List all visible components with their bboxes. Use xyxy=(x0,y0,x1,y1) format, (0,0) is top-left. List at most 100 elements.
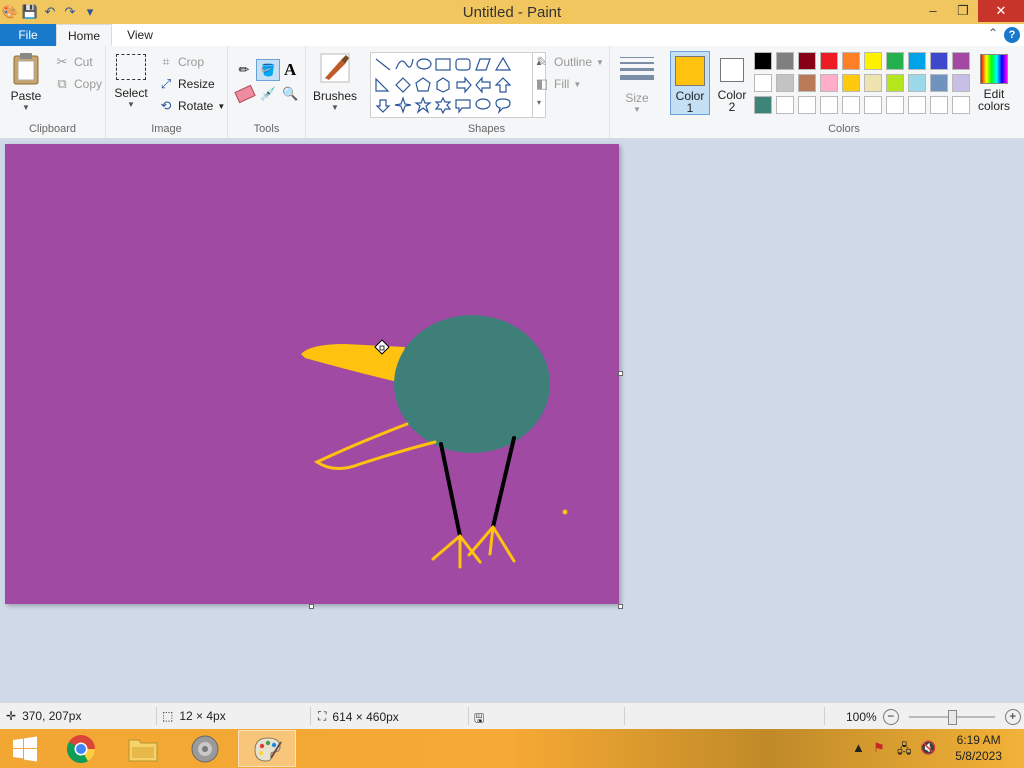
paste-button[interactable]: Paste ▼ xyxy=(6,52,46,112)
system-clock[interactable]: 6:19 AM 5/8/2023 xyxy=(955,732,1002,764)
zoom-out-button[interactable]: − xyxy=(882,709,899,725)
palette-swatch[interactable] xyxy=(952,74,970,92)
outline-label: Outline xyxy=(554,55,593,69)
zoom-slider-thumb[interactable] xyxy=(947,710,957,725)
title-bar: 🎨 💾 ↶ ↷ ▾ Untitled - Paint – ❐ ✕ xyxy=(0,0,1024,24)
tab-view[interactable]: View xyxy=(114,24,166,46)
file-explorer-taskbar-button[interactable] xyxy=(114,730,172,767)
network-icon[interactable]: 🖧 xyxy=(897,740,912,762)
zoom-in-button[interactable]: + xyxy=(1004,709,1021,725)
shapes-group: ▲ ▼ ▾ ✎ Outline ▼ ◧ Fill ▼ Shapes xyxy=(364,46,610,138)
select-dropdown-icon[interactable]: ▼ xyxy=(114,100,148,109)
chrome-taskbar-button[interactable] xyxy=(52,730,110,767)
palette-swatch[interactable] xyxy=(908,74,926,92)
palette-swatch[interactable] xyxy=(776,74,794,92)
colors-group-label: Colors xyxy=(828,123,860,135)
copy-label: Copy xyxy=(74,77,103,91)
resize-handle-right[interactable] xyxy=(618,371,623,376)
palette-swatch[interactable] xyxy=(842,96,860,114)
show-hidden-icons[interactable]: ▲ xyxy=(852,740,865,755)
media-player-taskbar-button[interactable] xyxy=(176,730,234,767)
eraser-icon[interactable] xyxy=(234,84,256,104)
magnifier-icon[interactable]: 🔍 xyxy=(282,86,298,102)
palette-swatch[interactable] xyxy=(864,74,882,92)
collapse-ribbon-icon[interactable]: ⌃ xyxy=(988,26,998,40)
shapes-gallery[interactable] xyxy=(370,52,534,118)
selection-size: ⬚ 12 × 4px xyxy=(162,709,226,723)
resize-handle-bottom[interactable] xyxy=(309,604,314,609)
palette-swatch[interactable] xyxy=(908,96,926,114)
palette-swatch[interactable] xyxy=(820,96,838,114)
palette-swatch[interactable] xyxy=(952,52,970,70)
shapes-gallery-icons xyxy=(375,56,512,115)
palette-swatch[interactable] xyxy=(908,52,926,70)
volume-muted-icon[interactable]: 🔇 xyxy=(920,740,936,756)
palette-swatch[interactable] xyxy=(930,96,948,114)
crop-button[interactable]: ⌗ Crop xyxy=(158,54,204,70)
rotate-button[interactable]: ⟲ Rotate ▼ xyxy=(158,98,226,114)
zoom-slider[interactable] xyxy=(908,710,995,725)
palette-swatch[interactable] xyxy=(930,74,948,92)
edit-colors-button[interactable]: Edit colors xyxy=(974,54,1014,112)
drawing-canvas[interactable] xyxy=(5,144,619,604)
palette-swatch[interactable] xyxy=(952,96,970,114)
ribbon: Paste ▼ ✂ Cut ⧉ Copy Clipboard Select ▼ ⌗ C… xyxy=(0,46,1024,139)
windows-logo-icon xyxy=(13,736,37,761)
palette-swatch[interactable] xyxy=(886,96,904,114)
fill-label: Fill xyxy=(554,77,570,91)
zoom-level: 100% xyxy=(846,710,877,724)
paint-taskbar-button[interactable] xyxy=(238,730,296,767)
paste-dropdown-icon[interactable]: ▼ xyxy=(6,103,46,112)
text-tool-icon[interactable]: A xyxy=(284,60,296,80)
palette-swatch[interactable] xyxy=(820,74,838,92)
palette-swatch[interactable] xyxy=(886,52,904,70)
ribbon-tabs: File Home View ⌃ ? xyxy=(0,24,1024,47)
size-button[interactable]: Size ▼ xyxy=(618,54,656,114)
palette-swatch[interactable] xyxy=(820,52,838,70)
copy-button[interactable]: ⧉ Copy xyxy=(54,76,102,92)
palette-swatch[interactable] xyxy=(754,52,772,70)
image-group: Select ▼ ⌗ Crop ⤢ Resize ⟲ Rotate ▼ Image xyxy=(106,46,228,138)
palette-swatch[interactable] xyxy=(864,96,882,114)
help-icon[interactable]: ? xyxy=(1004,27,1020,43)
palette-swatch[interactable] xyxy=(776,52,794,70)
palette-swatch[interactable] xyxy=(864,52,882,70)
resize-button[interactable]: ⤢ Resize xyxy=(158,76,215,92)
palette-swatch[interactable] xyxy=(754,96,772,114)
action-center-icon[interactable]: ⚑ xyxy=(873,740,885,756)
close-button[interactable]: ✕ xyxy=(978,0,1024,22)
pencil-icon[interactable]: ✏ xyxy=(236,62,252,78)
palette-swatch[interactable] xyxy=(754,74,772,92)
tab-file[interactable]: File xyxy=(0,24,56,46)
resize-handle-corner[interactable] xyxy=(618,604,623,609)
palette-swatch[interactable] xyxy=(930,52,948,70)
palette-swatch[interactable] xyxy=(798,52,816,70)
palette-swatch[interactable] xyxy=(798,74,816,92)
outline-button[interactable]: ✎ Outline ▼ xyxy=(534,54,604,70)
restore-button[interactable]: ❐ xyxy=(948,0,978,22)
status-bar: ✛ 370, 207px ⬚ 12 × 4px ⛶ 614 × 460px 🖫 100… xyxy=(0,702,1024,730)
minimize-button[interactable]: – xyxy=(918,0,948,22)
palette-swatch[interactable] xyxy=(886,74,904,92)
palette-swatch[interactable] xyxy=(842,52,860,70)
brushes-button[interactable]: Brushes ▼ xyxy=(312,52,358,112)
tools-group: ✏ 🪣 A 💉 🔍 Tools xyxy=(228,46,306,138)
tab-home[interactable]: Home xyxy=(56,24,112,46)
fill-button[interactable]: ◧ Fill ▼ xyxy=(534,76,581,92)
palette-swatch[interactable] xyxy=(776,96,794,114)
brush-icon xyxy=(320,53,350,83)
color-picker-icon[interactable]: 💉 xyxy=(260,86,276,102)
cut-button[interactable]: ✂ Cut xyxy=(54,54,93,70)
clipboard-icon xyxy=(13,53,39,85)
color2-button[interactable]: Color 2 xyxy=(712,51,752,115)
palette-swatch[interactable] xyxy=(842,74,860,92)
color1-button[interactable]: Color 1 xyxy=(670,51,710,115)
resize-icon: ⤢ xyxy=(160,76,172,91)
start-button[interactable] xyxy=(0,730,50,767)
select-button[interactable]: Select ▼ xyxy=(114,54,148,109)
palette-swatch[interactable] xyxy=(798,96,816,114)
size-label: Size xyxy=(625,91,649,105)
tools-group-label: Tools xyxy=(253,123,280,135)
fill-bucket-icon[interactable]: 🪣 xyxy=(256,59,280,81)
size-dropdown-icon: ▼ xyxy=(633,105,641,114)
